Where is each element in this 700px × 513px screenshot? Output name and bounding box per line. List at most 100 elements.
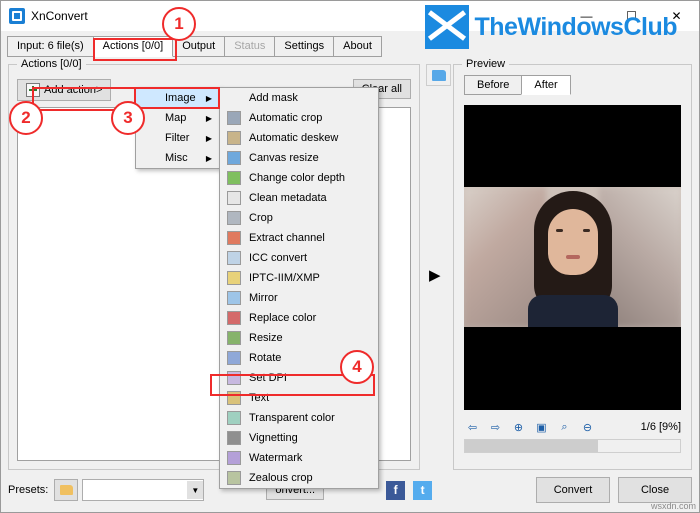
mirror-icon: [226, 290, 242, 306]
zoom-actual-icon[interactable]: ⌕: [556, 419, 573, 436]
menu-item-mirror[interactable]: Mirror: [220, 288, 378, 308]
annotation-box-image-menu: [134, 87, 220, 109]
menu-item-add-mask[interactable]: Add mask: [220, 88, 378, 108]
menu-item-zealous-crop[interactable]: Zealous crop: [220, 468, 378, 488]
presets-label: Presets:: [8, 484, 49, 496]
menu-item-label: Mirror: [249, 292, 278, 304]
preview-controls: ⇦ ⇨ ⊕ ▣ ⌕ ⊖ 1/6 [9%]: [464, 417, 681, 437]
menu-item-label: Add mask: [249, 92, 298, 104]
tab-after[interactable]: After: [521, 75, 571, 95]
canvas-icon: [226, 150, 242, 166]
menu-item-label: Automatic deskew: [249, 132, 339, 144]
menu-item-label: Watermark: [249, 452, 303, 464]
menu-item-resize[interactable]: Resize: [220, 328, 378, 348]
photo-eye-right: [582, 229, 590, 232]
twitter-icon[interactable]: t: [413, 480, 433, 500]
menu-item-label: ICC convert: [249, 252, 308, 264]
menu-item-canvas-resize[interactable]: Canvas resize: [220, 148, 378, 168]
app-icon: [9, 8, 25, 24]
menu-item-replace-color[interactable]: Replace color: [220, 308, 378, 328]
menu-item-clean-metadata[interactable]: Clean metadata: [220, 188, 378, 208]
menu-item-label: IPTC-IIM/XMP: [249, 272, 320, 284]
icc-icon: [226, 250, 242, 266]
presets-folder-button[interactable]: [54, 479, 79, 501]
social-links: f t: [386, 480, 433, 500]
watermark-icon: [226, 450, 242, 466]
channel-icon: [226, 230, 242, 246]
footer-watermark: wsxdn.com: [650, 501, 696, 511]
tab-about[interactable]: About: [333, 36, 382, 57]
blank-icon: [142, 130, 158, 146]
photo-face: [547, 209, 598, 275]
menu-item-label: Canvas resize: [249, 152, 319, 164]
chevron-down-icon[interactable]: ▼: [187, 481, 204, 499]
menu-item-crop[interactable]: Crop: [220, 208, 378, 228]
zoom-out-icon[interactable]: ⊖: [579, 419, 596, 436]
presets-combobox[interactable]: ▼: [82, 479, 205, 501]
preview-photo: [464, 187, 681, 327]
chevron-right-icon: ▶: [205, 113, 212, 123]
menu-item-label: Vignetting: [249, 432, 298, 444]
close-button[interactable]: Close: [618, 477, 692, 503]
photo-body: [527, 295, 618, 327]
photo-mouth: [565, 255, 580, 259]
preview-scrollbar[interactable]: [464, 439, 681, 453]
tab-input[interactable]: Input: 6 file(s): [7, 36, 94, 57]
resize-icon: [226, 330, 242, 346]
window-title: XnConvert: [31, 9, 88, 23]
menu-item-misc[interactable]: Misc ▶: [136, 148, 220, 168]
menu-item-extract-channel[interactable]: Extract channel: [220, 228, 378, 248]
preview-scrollbar-thumb[interactable]: [465, 440, 599, 452]
annotation-step-4: 4: [340, 350, 374, 384]
facebook-icon[interactable]: f: [386, 480, 406, 500]
chevron-right-icon: ▶: [205, 133, 212, 143]
replace-color-icon: [226, 310, 242, 326]
prev-image-icon[interactable]: ⇦: [464, 419, 481, 436]
next-image-icon[interactable]: ⇨: [487, 419, 504, 436]
menu-item-change-color-depth[interactable]: Change color depth: [220, 168, 378, 188]
menu-item-label: Replace color: [249, 312, 317, 324]
thewindowsclub-logo-icon: [424, 5, 469, 49]
crop-icon: [226, 210, 242, 226]
preview-image[interactable]: [464, 105, 681, 410]
fit-to-window-icon[interactable]: ▣: [533, 419, 550, 436]
preview-group-title: Preview: [462, 58, 510, 70]
menu-item-label: Resize: [249, 332, 283, 344]
tab-before[interactable]: Before: [464, 75, 523, 95]
menu-item-filter[interactable]: Filter ▶: [136, 128, 220, 148]
convert-button[interactable]: Convert: [536, 477, 610, 503]
menu-item-label: Misc: [165, 152, 188, 164]
menu-item-label: Rotate: [249, 352, 282, 364]
chevron-right-icon: ▶: [205, 153, 212, 163]
menu-item-iptc-iim-xmp[interactable]: IPTC-IIM/XMP: [220, 268, 378, 288]
annotation-step-2: 2: [9, 101, 43, 135]
annotation-box-actions-tab: [93, 38, 177, 61]
xnconvert-window: XnConvert — ☐ ✕ TheWindowsClub Input: 6 …: [0, 0, 700, 513]
preview-tabs: Before After: [464, 75, 691, 95]
actions-group-title: Actions [0/0]: [17, 58, 86, 70]
vignetting-icon: [226, 430, 242, 446]
menu-item-label: Zealous crop: [249, 472, 313, 484]
metadata-icon: [226, 190, 242, 206]
image-submenu[interactable]: Add mask Automatic crop Automatic deskew…: [219, 87, 379, 489]
annotation-step-3: 3: [111, 101, 145, 135]
crop-icon: [226, 110, 242, 126]
menu-item-watermark[interactable]: Watermark: [220, 448, 378, 468]
expand-preview-arrow-icon[interactable]: ▶: [429, 266, 441, 284]
transparent-color-icon: [226, 410, 242, 426]
menu-item-automatic-crop[interactable]: Automatic crop: [220, 108, 378, 128]
menu-item-label: Extract channel: [249, 232, 325, 244]
menu-item-automatic-deskew[interactable]: Automatic deskew: [220, 128, 378, 148]
menu-item-map[interactable]: Map ▶: [136, 108, 220, 128]
tab-settings[interactable]: Settings: [274, 36, 335, 57]
menu-item-icc-convert[interactable]: ICC convert: [220, 248, 378, 268]
add-mask-icon: [226, 90, 242, 106]
zoom-in-icon[interactable]: ⊕: [510, 419, 527, 436]
action-buttons: Convert Close: [536, 477, 692, 503]
menu-item-label: Automatic crop: [249, 112, 323, 124]
preview-source-icon[interactable]: [426, 64, 451, 86]
menu-item-transparent-color[interactable]: Transparent color: [220, 408, 378, 428]
menu-item-vignetting[interactable]: Vignetting: [220, 428, 378, 448]
blank-icon: [142, 150, 158, 166]
thewindowsclub-watermark: TheWindowsClub: [424, 5, 678, 49]
